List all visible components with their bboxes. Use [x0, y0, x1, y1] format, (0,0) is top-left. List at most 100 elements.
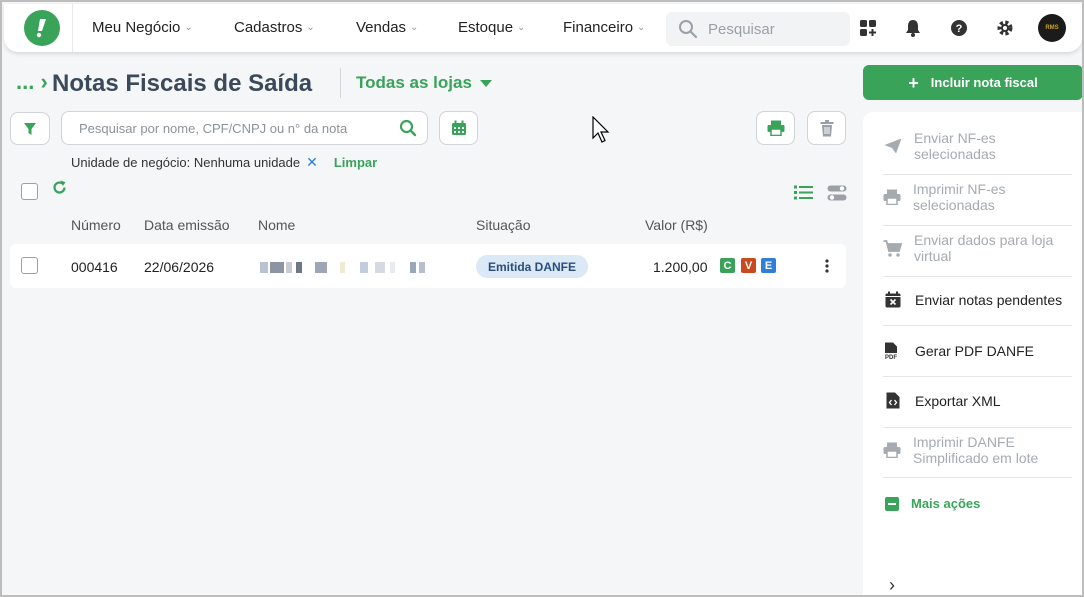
top-navbar: Meu Negócio ⌄ Cadastros ⌄ Vendas ⌄ Estoque ⌄… [4, 4, 1082, 52]
calendar-icon [451, 120, 466, 135]
plus-icon: + [908, 72, 919, 93]
search-icon [399, 119, 417, 137]
tag-v-badge[interactable]: V [741, 258, 756, 273]
nav-meu-negocio[interactable]: Meu Negócio ⌄ [92, 19, 193, 36]
printer-icon [883, 442, 901, 458]
chevron-down-icon: ⌄ [410, 22, 419, 33]
apps-icon[interactable] [858, 18, 878, 38]
active-filter-bar: Unidade de negócio: Nenhuma unidade ✕ Li… [71, 154, 377, 171]
add-invoice-label: Incluir nota fiscal [930, 75, 1038, 90]
printer-icon [767, 120, 784, 136]
code-file-icon [883, 392, 903, 409]
funnel-icon [24, 122, 36, 135]
nav-vendas[interactable]: Vendas ⌄ [356, 19, 418, 36]
more-actions-button[interactable]: Mais ações [885, 496, 980, 511]
send-icon [883, 138, 902, 154]
action-send-pending[interactable]: Enviar notas pendentes [883, 291, 1073, 308]
chevron-down-icon: ⌄ [517, 22, 526, 33]
cart-icon [883, 239, 902, 257]
breadcrumb-text: ... [16, 69, 35, 94]
avatar-text: RMS [1045, 25, 1059, 31]
list-view-icon[interactable] [794, 185, 813, 205]
bell-icon[interactable] [903, 18, 923, 38]
minus-square-icon [885, 496, 899, 511]
store-selector[interactable]: Todas as lojas [356, 73, 492, 93]
printer-icon [883, 189, 901, 205]
row-more-icon[interactable] [825, 259, 829, 278]
page-title: Notas Fiscais de Saída [52, 70, 313, 97]
search-icon [679, 20, 698, 39]
cell-valor: 1.200,00 [653, 259, 708, 275]
app-window: Meu Negócio ⌄ Cadastros ⌄ Vendas ⌄ Estoque ⌄… [0, 0, 1084, 597]
select-all-checkbox[interactable] [21, 183, 38, 200]
chevron-right-icon[interactable]: › [889, 575, 895, 595]
print-button[interactable] [756, 111, 795, 145]
action-label: Gerar PDF DANFE [915, 343, 1035, 359]
nav-cadastros[interactable]: Cadastros ⌄ [234, 19, 315, 36]
nav-financeiro[interactable]: Financeiro ⌄ [563, 19, 645, 36]
search-placeholder: Pesquisar [708, 20, 775, 38]
breadcrumb[interactable]: ... › [16, 69, 48, 95]
nav-label: Estoque [458, 19, 514, 36]
col-header-data-emissao[interactable]: Data emissão [144, 217, 230, 233]
search-placeholder: Pesquisar por nome, CPF/CNPJ ou n° da no… [79, 120, 348, 136]
toggle-view-icon[interactable] [827, 185, 847, 206]
remove-filter-icon[interactable]: ✕ [306, 154, 318, 171]
global-search-input[interactable]: Pesquisar [666, 12, 850, 46]
add-invoice-button[interactable]: + Incluir nota fiscal [863, 65, 1082, 100]
more-actions-label: Mais ações [911, 496, 981, 511]
delete-button[interactable] [807, 111, 846, 145]
title-divider [340, 68, 341, 98]
caret-down-icon [479, 79, 492, 87]
action-generate-pdf[interactable]: PDF Gerar PDF DANFE [883, 342, 1073, 360]
action-send-store[interactable]: Enviar dados para loja virtual [883, 232, 1073, 264]
filter-button[interactable] [10, 112, 50, 145]
svg-text:PDF: PDF [885, 355, 897, 360]
nav-label: Financeiro [563, 19, 634, 36]
tag-c-badge[interactable]: C [720, 258, 735, 273]
row-checkbox[interactable] [21, 257, 38, 274]
active-filter-label: Unidade de negócio: Nenhuma unidade [71, 155, 301, 170]
table-row[interactable]: 000416 22/06/2026 Emitida DANFE 1.200,00… [10, 244, 846, 288]
refresh-icon[interactable] [52, 180, 67, 200]
chevron-right-icon: › [40, 69, 48, 94]
user-avatar[interactable]: RMS [1038, 14, 1066, 42]
cell-data-emissao: 22/06/2026 [144, 259, 215, 275]
divider [883, 325, 1072, 326]
actions-panel: Enviar NF-es selecionadas Imprimir NF-es… [863, 112, 1082, 595]
calendar-x-icon [883, 291, 903, 308]
cell-numero: 000416 [71, 259, 118, 275]
action-export-xml[interactable]: Exportar XML [883, 392, 1073, 409]
nav-estoque[interactable]: Estoque ⌄ [458, 19, 525, 36]
help-icon[interactable]: ? [949, 18, 969, 38]
divider [883, 376, 1072, 377]
divider [883, 477, 1072, 478]
col-header-valor[interactable]: Valor (R$) [645, 217, 708, 233]
notes-search-input[interactable]: Pesquisar por nome, CPF/CNPJ ou n° da no… [61, 111, 428, 145]
date-filter-button[interactable] [439, 111, 478, 145]
col-header-situacao[interactable]: Situação [476, 217, 530, 233]
clear-filters-link[interactable]: Limpar [334, 155, 377, 170]
app-logo[interactable] [24, 10, 60, 46]
nav-label: Cadastros [234, 19, 303, 36]
chevron-down-icon: ⌄ [306, 22, 315, 33]
action-send-selected[interactable]: Enviar NF-es selecionadas [883, 130, 1073, 162]
action-label: Exportar XML [915, 392, 1001, 409]
action-label: Enviar NF-es selecionadas [914, 130, 996, 162]
col-header-numero[interactable]: Número [71, 217, 121, 233]
divider [883, 174, 1072, 175]
col-header-nome[interactable]: Nome [258, 217, 295, 233]
chevron-down-icon: ⌄ [637, 22, 646, 33]
divider [883, 427, 1072, 428]
action-print-simplified[interactable]: Imprimir DANFE Simplificado em lote [883, 434, 1073, 466]
gear-icon[interactable] [995, 18, 1015, 38]
pdf-icon: PDF [883, 342, 903, 360]
action-label: Imprimir DANFE Simplificado em lote [913, 434, 1039, 466]
svg-text:?: ? [956, 23, 963, 35]
action-print-selected[interactable]: Imprimir NF-es selecionadas [883, 181, 1073, 213]
divider [883, 225, 1072, 226]
action-label: Enviar notas pendentes [915, 291, 1063, 308]
logo-divider [72, 4, 73, 52]
nav-label: Vendas [356, 19, 407, 36]
tag-e-badge[interactable]: E [761, 258, 776, 273]
